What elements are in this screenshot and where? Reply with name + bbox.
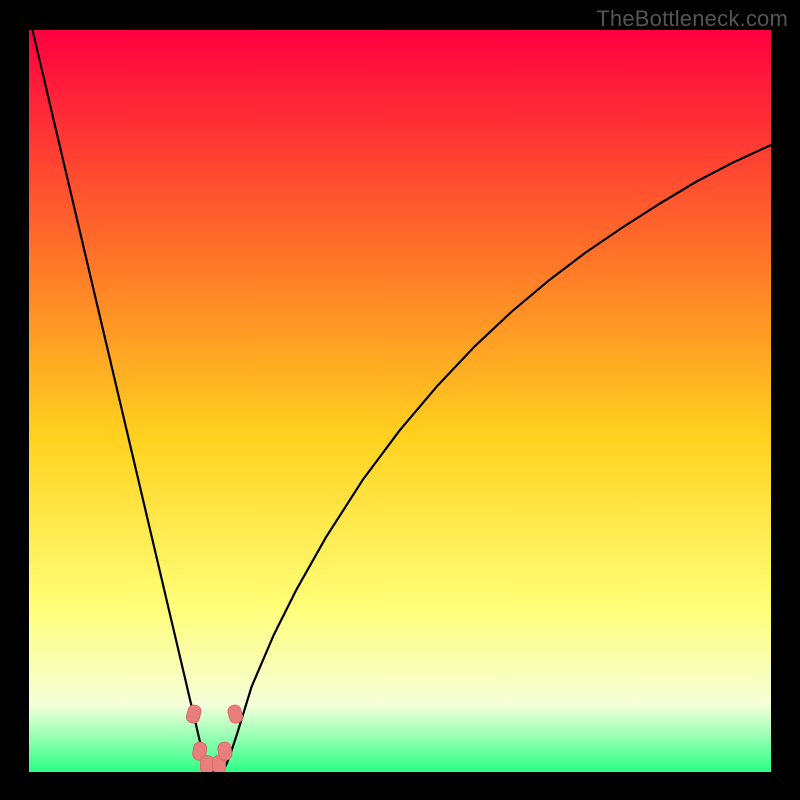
plot-area [29, 30, 771, 772]
chart-frame: TheBottleneck.com [0, 0, 800, 800]
chart-svg [29, 30, 771, 772]
gradient-background [29, 30, 771, 772]
watermark-text: TheBottleneck.com [596, 6, 788, 32]
